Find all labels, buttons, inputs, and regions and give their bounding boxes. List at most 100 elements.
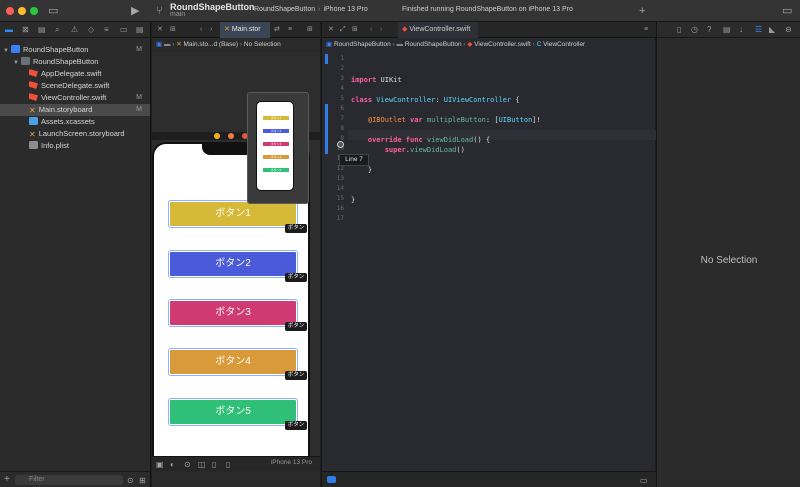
source-control-icon[interactable]: ⊠ [22, 25, 29, 35]
recent-files-icon[interactable]: ⊙ [127, 474, 134, 487]
orientation-icon[interactable]: ◫ [198, 458, 206, 472]
minimap-preview[interactable]: ボタン1 ボタン2 ボタン3 ボタン4 ボタン5 [247, 92, 309, 204]
storyboard-button-1[interactable]: ボタン1 [168, 200, 298, 228]
identity-inspector-icon[interactable]: ▤ [723, 25, 731, 34]
symbol-icon[interactable]: ▤ [38, 25, 46, 35]
project-navigator: ▬ ⊠ ▤ ⌕ ⚠ ◇ ≡ ▭ ▤ ▼ RoundShapeButton M ▼ R… [0, 22, 151, 487]
add-icon[interactable]: + [4, 473, 10, 487]
code-line-3: import UIKit [351, 76, 402, 84]
storyboard-button-4[interactable]: ボタン4 [168, 348, 298, 376]
debug-icon[interactable]: ≡ [104, 25, 109, 35]
accessibility-icon[interactable]: ⊙ [184, 458, 191, 472]
scheme-selector[interactable]: RoundShapeButton › iPhone 13 Pro [254, 6, 368, 13]
history-icon[interactable]: ◷ [691, 25, 698, 34]
storyboard-button-5[interactable]: ボタン5 [168, 398, 298, 426]
breakpoint-icon[interactable]: ▭ [120, 25, 128, 35]
close-window-button[interactable] [6, 7, 14, 15]
scm-filter-icon[interactable]: ⊞ [139, 474, 146, 487]
tab-viewcontroller-swift[interactable]: ◆ ViewController.swift [398, 22, 478, 38]
scheme-name[interactable]: RoundShapeButton [254, 6, 315, 13]
forward-icon[interactable]: › [380, 22, 382, 38]
tree-item-assets[interactable]: Assets.xcassets [0, 116, 150, 128]
outlet-connection-icon[interactable] [337, 141, 344, 148]
run-destination[interactable]: iPhone 13 Pro [323, 6, 367, 13]
tab-main-storyboard[interactable]: ✕ Main.stor [220, 22, 270, 38]
minimap-button-4: ボタン4 [263, 155, 289, 159]
storyboard-icon: ✕ [176, 41, 182, 48]
device-size-icon[interactable]: ▯ [212, 458, 216, 472]
editor-options-icon[interactable]: ≡ [644, 22, 648, 38]
file-inspector-icon[interactable]: ▯ [677, 25, 681, 34]
storyboard-button-3[interactable]: ボタン3 [168, 299, 298, 327]
tree-item-scenedelegate[interactable]: SceneDelegate.swift [0, 80, 150, 92]
back-icon[interactable]: ‹ [370, 22, 372, 38]
document-outline-icon[interactable]: ▣ [156, 458, 164, 472]
grid-icon[interactable]: ⊞ [352, 22, 358, 38]
zoom-window-button[interactable] [30, 7, 38, 15]
breadcrumb-project[interactable]: RoundShapeButton [334, 41, 391, 48]
folder-icon[interactable]: ▬ [5, 25, 13, 35]
storyboard-icon: ✕ [29, 106, 36, 115]
close-icon[interactable]: ✕ [328, 22, 334, 38]
close-icon[interactable]: ✕ [157, 22, 163, 38]
code-line-12: } [351, 166, 373, 174]
inspector-toggle-icon[interactable]: ▭ [782, 4, 792, 18]
storyboard-bottom-bar: ▣ ◐ ⊙ ◫ ▯ ▯ iPhone 13 Pro [152, 456, 320, 471]
breadcrumb-selection[interactable]: No Selection [244, 41, 281, 48]
plist-file-icon [29, 141, 38, 149]
tree-item-main-storyboard[interactable]: ✕ Main.storyboard M [0, 104, 150, 116]
forward-icon[interactable]: › [210, 22, 212, 38]
breadcrumb-file[interactable]: ViewController.swift [474, 41, 531, 48]
breadcrumb-group[interactable]: RoundShapeButton [405, 41, 462, 48]
sidebar-toggle-icon[interactable]: ▭ [48, 4, 58, 18]
panel-toggle-icon[interactable]: ▭ [640, 474, 648, 487]
filter-input[interactable]: Filter [15, 475, 123, 485]
folder-icon [21, 57, 30, 65]
run-icon[interactable]: ▶ [131, 4, 139, 18]
code-line-15: } [351, 196, 356, 204]
connections-inspector-icon[interactable]: ◣ [769, 25, 775, 34]
tree-item-project[interactable]: ▼ RoundShapeButton M [0, 44, 150, 56]
storyboard-canvas[interactable]: ボタン1 ボタン ボタン2 ボタン ボタン3 ボタン ボタン4 ボタン ボタン5… [152, 52, 320, 456]
back-icon[interactable]: ‹ [200, 22, 202, 38]
search-icon[interactable]: ⌕ [55, 25, 59, 35]
tree-item-viewcontroller[interactable]: ViewController.swift M [0, 92, 150, 104]
debug-area-toggle-icon[interactable] [327, 476, 336, 483]
first-responder-icon[interactable] [228, 133, 234, 139]
breadcrumb-symbol[interactable]: ViewController [543, 41, 585, 48]
editor-options-icon[interactable]: ≡ [288, 22, 292, 38]
breadcrumb: ▣ ▬ › ✕ Main.sto...d (Base) › No Selecti… [152, 39, 320, 51]
line-number-gutter[interactable]: 1 2 3 4 5 6 7 8 9 10 11 12 13 14 15 16 1… [322, 52, 369, 456]
swift-file-icon [29, 93, 38, 101]
device-config-label[interactable]: iPhone 13 Pro [271, 459, 312, 466]
add-editor-icon[interactable]: ⊞ [307, 22, 313, 38]
appearance-icon[interactable]: ◐ [170, 458, 175, 472]
project-icon: ▣ [156, 41, 164, 48]
storyboard-button-2[interactable]: ボタン2 [168, 250, 298, 278]
size-inspector-icon[interactable]: ☰ [755, 25, 762, 34]
tree-item-group[interactable]: ▼ RoundShapeButton [0, 56, 150, 68]
connections-icon[interactable]: ⊖ [785, 25, 792, 34]
branch-name: main [170, 11, 186, 18]
grid-icon[interactable]: ⊞ [170, 22, 176, 38]
help-icon[interactable]: ? [707, 25, 711, 34]
code-breadcrumb: ▣ RoundShapeButton › ▬ RoundShapeButton … [322, 39, 656, 51]
attributes-inspector-icon[interactable]: ↓ [739, 25, 743, 34]
add-icon[interactable]: + [639, 4, 645, 18]
test-icon[interactable]: ◇ [88, 25, 94, 35]
xcode-project-icon [11, 45, 20, 53]
view-controller-icon[interactable] [214, 133, 220, 139]
issue-icon[interactable]: ⚠ [71, 25, 78, 35]
device-icon[interactable]: ▯ [226, 458, 230, 472]
minimize-window-button[interactable] [18, 7, 26, 15]
tree-item-launchscreen[interactable]: ✕ LaunchScreen.storyboard [0, 128, 150, 140]
chevron-right-icon: › [239, 41, 243, 48]
tree-item-infoplist[interactable]: Info.plist [0, 140, 150, 152]
breadcrumb-file[interactable]: Main.sto...d (Base) [184, 41, 239, 48]
minimap-phone: ボタン1 ボタン2 ボタン3 ボタン4 ボタン5 [256, 101, 294, 191]
related-items-icon[interactable]: ⇄ [274, 22, 280, 38]
button-class-badge: ボタン [285, 322, 307, 331]
tree-item-appdelegate[interactable]: AppDelegate.swift [0, 68, 150, 80]
open-in-window-icon[interactable]: ⤢ [340, 22, 346, 38]
report-icon[interactable]: ▤ [136, 25, 144, 35]
